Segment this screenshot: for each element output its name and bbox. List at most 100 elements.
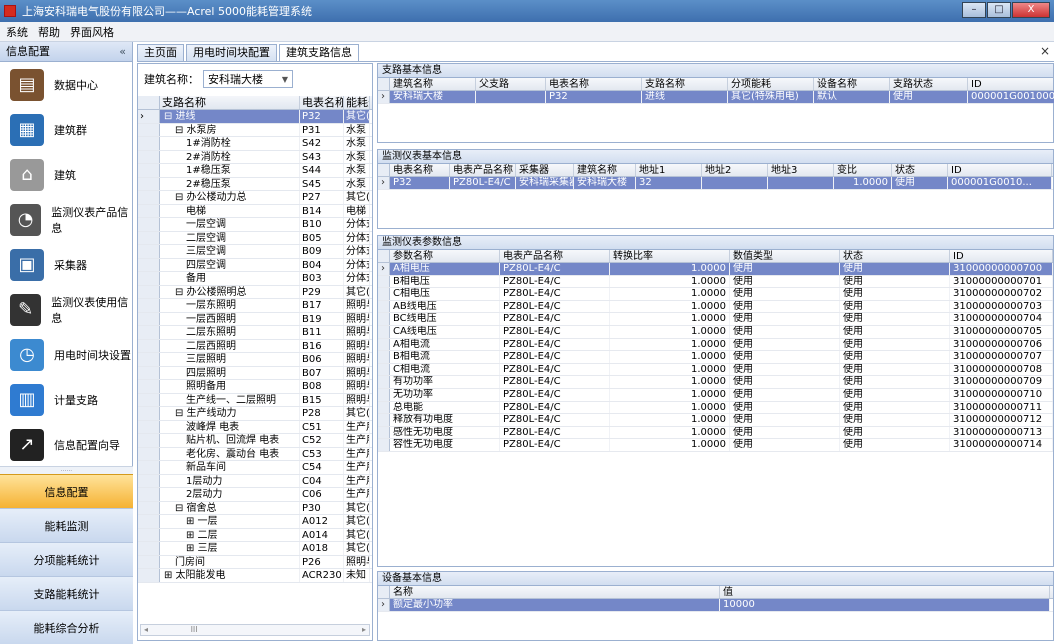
row-header[interactable] [138,272,160,285]
row-header[interactable] [378,401,390,414]
nav-branch-stats-button[interactable]: 支路能耗统计 [0,576,133,610]
meter-col-header[interactable]: 地址2 [702,164,768,176]
branch-col-header[interactable]: 设备名称 [814,78,890,90]
meter-col-header[interactable]: 地址1 [636,164,702,176]
menu-system[interactable]: 系统 [6,24,28,40]
menu-style[interactable]: 界面风格 [70,24,114,40]
params-row[interactable]: C相电流 PZ80L-E4/C 1.0000 使用 使用 31000000000708 [378,363,1053,377]
nav-item[interactable]: ◷ 用电时间块设置 [0,332,132,377]
row-header[interactable]: › [138,110,160,123]
nav-item[interactable]: ▤ 数据中心 [0,62,132,107]
col-meter-name[interactable]: 电表名称 [300,96,344,109]
device-col-header[interactable]: 值 [720,586,1050,598]
row-header[interactable] [138,299,160,312]
tree-row[interactable]: ›⊟ 进线P32其它(特 [138,110,372,124]
nav-item[interactable]: ▣ 采集器 [0,242,132,287]
row-header[interactable]: › [378,177,390,189]
row-header[interactable] [138,501,160,514]
tree-row[interactable]: ⊞ 二层A014其它(特 [138,528,372,542]
branch-row[interactable]: › 安科瑞大楼 P32 进线 其它(特殊用电) 默认 使用 000001G0010001 [378,91,1054,104]
params-row[interactable]: 容性无功电度 PZ80L-E4/C 1.0000 使用 使用 31000000000714 [378,439,1053,452]
row-header[interactable] [138,555,160,568]
params-row[interactable]: › A相电压 PZ80L-E4/C 1.0000 使用 使用 31000000000700 [378,263,1053,276]
tree-row[interactable]: 备用B03分体式 [138,272,372,286]
row-header[interactable] [138,312,160,325]
building-select[interactable]: 安科瑞大楼 ▼ [203,70,293,88]
minimize-button[interactable]: – [962,2,986,18]
tree-row[interactable]: 二层东照明B11照明与 [138,326,372,340]
params-col-header[interactable]: 电表产品名称 [500,250,610,262]
tab-time-block[interactable]: 用电时间块配置 [186,44,277,61]
params-col-header[interactable]: 状态 [840,250,950,262]
meter-col-header[interactable]: 建筑名称 [574,164,636,176]
tree-row[interactable]: 一层空调B10分体式 [138,218,372,232]
params-row[interactable]: CA线电压 PZ80L-E4/C 1.0000 使用 使用 31000000000705 [378,325,1053,339]
nav-item[interactable]: ⌂ 建筑 [0,152,132,197]
row-header[interactable]: › [378,91,390,103]
params-col-header[interactable]: 数值类型 [730,250,840,262]
row-header[interactable] [378,300,390,313]
row-header[interactable]: › [378,599,390,611]
row-header[interactable] [138,353,160,366]
tree-row[interactable]: 一层东照明B17照明与 [138,299,372,313]
row-header[interactable] [138,407,160,420]
branch-col-header[interactable]: 电表名称 [546,78,642,90]
meter-col-header[interactable]: 变比 [834,164,892,176]
row-header[interactable] [378,439,390,451]
row-header[interactable] [138,204,160,217]
row-header[interactable] [138,191,160,204]
tree-row[interactable]: 2#消防栓 S43 水泵 [138,150,372,164]
tree-row[interactable]: 二层空调B05分体式 [138,231,372,245]
tree-row[interactable]: ⊞ 一层A012其它(特 [138,515,372,529]
tree-row[interactable]: 四层照明B07照明与 [138,366,372,380]
tree-row[interactable]: 2#稳压泵 S45 水泵 [138,177,372,191]
row-header[interactable] [138,447,160,460]
params-col-header[interactable]: ID [950,250,1053,262]
row-header[interactable] [138,434,160,447]
params-col-header[interactable]: 参数名称 [390,250,500,262]
nav-item[interactable]: ↗ 信息配置向导 [0,422,132,467]
branch-col-header[interactable]: 支路状态 [890,78,968,90]
meter-col-header[interactable]: ID [948,164,1052,176]
tree-row[interactable]: ⊟ 生产线动力P28其它(特 [138,407,372,421]
params-row[interactable]: 无功功率 PZ80L-E4/C 1.0000 使用 使用 31000000000710 [378,388,1053,402]
meter-col-header[interactable]: 地址3 [768,164,834,176]
params-row[interactable]: 总电能 PZ80L-E4/C 1.0000 使用 使用 31000000000711 [378,401,1053,415]
tree-row[interactable]: ⊟ 办公楼照明总P29其它(特 [138,285,372,299]
row-header[interactable] [378,414,390,426]
tree-row[interactable]: 三层空调B09分体式 [138,245,372,259]
row-header[interactable] [138,515,160,528]
maximize-button[interactable]: □ [987,2,1011,18]
col-energy-type[interactable]: 能耗分 [344,96,370,109]
tree-row[interactable]: 1#消防栓 S42 水泵 [138,137,372,151]
row-header[interactable] [378,338,390,351]
nav-item[interactable]: ✎ 监测仪表使用信息 [0,287,132,332]
tree-row[interactable]: ⊞ 太阳能发电 ACR230 未知 [138,569,372,583]
tree-row[interactable]: 老化房、震动台 电表C53生产用 [138,447,372,461]
row-header[interactable] [138,366,160,379]
tree-row[interactable]: 2层动力C06生产用 [138,488,372,502]
nav-item[interactable]: ◔ 监测仪表产品信息 [0,197,132,242]
meter-col-header[interactable]: 状态 [892,164,948,176]
row-header[interactable] [378,363,390,376]
meter-row[interactable]: › P32 PZ80L-E4/C 安科瑞采集器 安科瑞大楼 32 1.0000 使用 00000… [378,177,1053,190]
row-header[interactable] [138,326,160,339]
nav-item[interactable]: ▦ 建筑群 [0,107,132,152]
meter-col-header[interactable]: 采集器 [516,164,574,176]
tree-row[interactable]: 波峰焊 电表C51生产用 [138,420,372,434]
tree-row[interactable]: 三层照明B06照明与 [138,353,372,367]
params-row[interactable]: A相电流 PZ80L-E4/C 1.0000 使用 使用 31000000000706 [378,338,1053,352]
row-header[interactable] [378,288,390,300]
tree-row[interactable]: 二层西照明B16照明与 [138,339,372,353]
params-row[interactable]: 有功功率 PZ80L-E4/C 1.0000 使用 使用 31000000000709 [378,376,1053,389]
collapse-icon[interactable]: « [119,42,126,62]
row-header[interactable] [138,393,160,406]
horizontal-scrollbar[interactable]: ◂ III ▸ [140,624,370,636]
params-row[interactable]: 释放有功电度 PZ80L-E4/C 1.0000 使用 使用 31000000000712 [378,414,1053,427]
tree-row[interactable]: 贴片机、回流焊 电表C52生产用 [138,434,372,448]
params-col-header[interactable]: 转换比率 [610,250,730,262]
panel-splitter[interactable]: ...... [0,466,133,474]
tree-row[interactable]: 照明备用B08照明与 [138,380,372,394]
params-row[interactable]: C相电压 PZ80L-E4/C 1.0000 使用 使用 31000000000702 [378,288,1053,301]
row-header[interactable] [138,150,160,163]
